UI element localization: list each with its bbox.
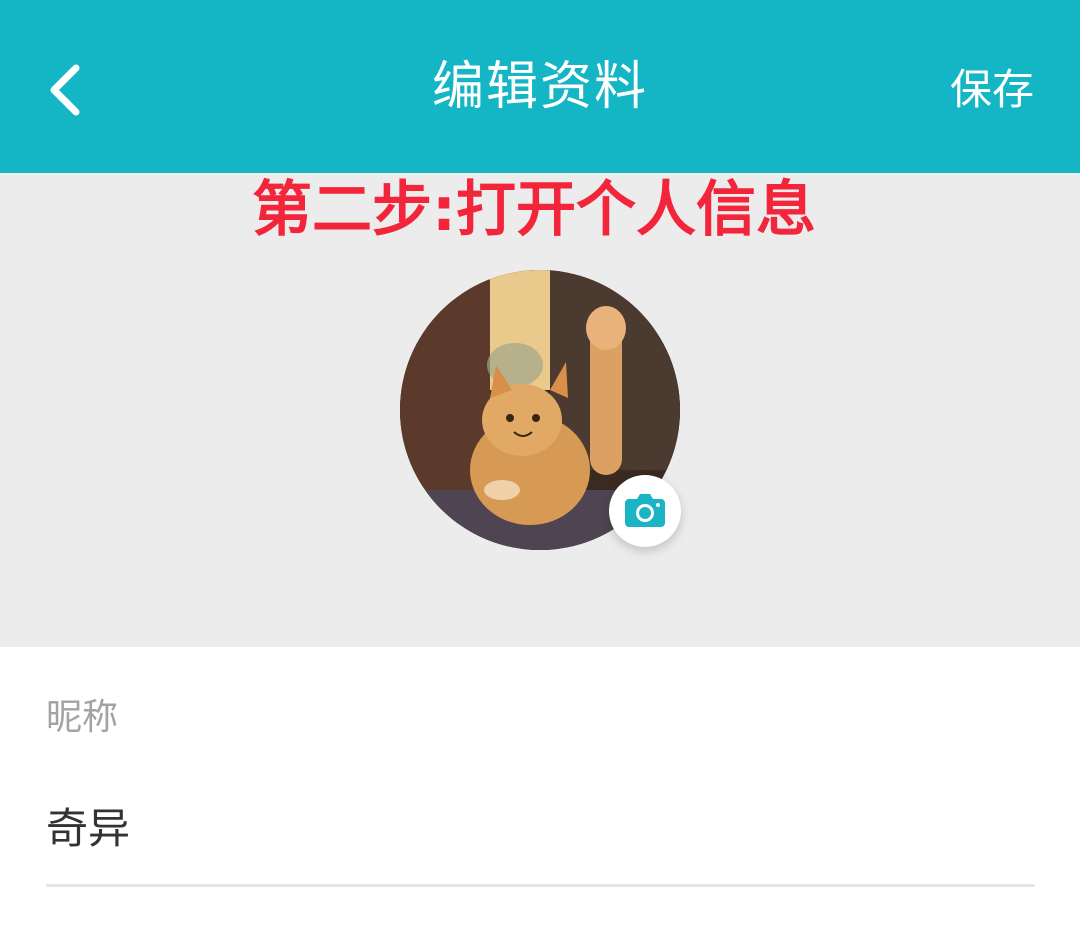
page-title: 编辑资料 <box>431 57 648 117</box>
change-avatar-button[interactable] <box>609 475 681 547</box>
avatar-section: 第二步:打开个人信息 <box>0 173 1080 647</box>
chevron-left-icon <box>50 64 80 116</box>
save-button[interactable]: 保存 <box>950 60 1034 120</box>
app-header: 编辑资料 保存 <box>0 0 1080 173</box>
tutorial-annotation: 第二步:打开个人信息 <box>252 175 816 245</box>
divider <box>46 884 1035 887</box>
profile-form: 昵称 奇异 <box>0 647 1080 937</box>
nickname-field[interactable]: 奇异 <box>46 803 1036 855</box>
camera-icon <box>625 494 665 527</box>
nickname-label: 昵称 <box>46 697 119 738</box>
back-button[interactable] <box>40 58 100 122</box>
